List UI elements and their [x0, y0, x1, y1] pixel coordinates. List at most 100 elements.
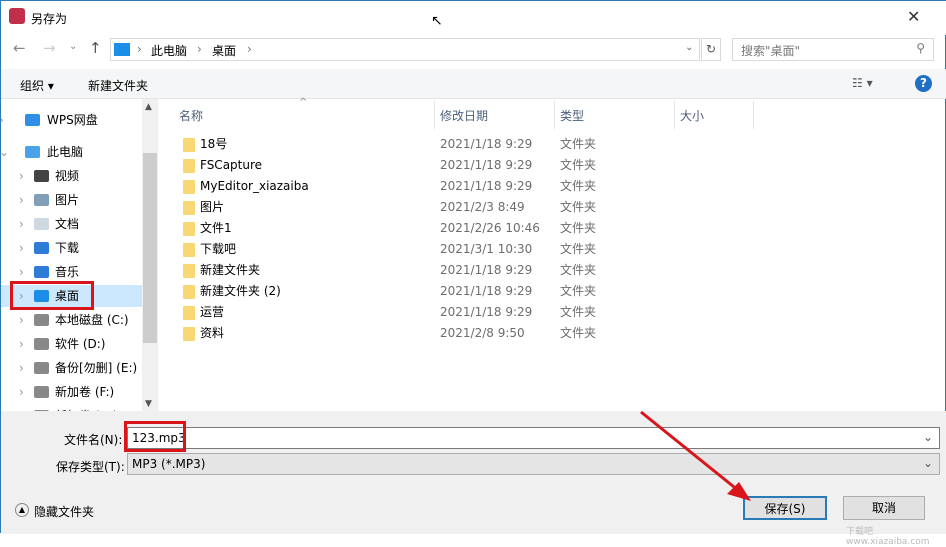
address-bar[interactable]: › 此电脑 › 桌面 › ⌄: [110, 38, 700, 61]
folder-icon: [183, 306, 195, 320]
chevron-right-icon[interactable]: ›: [19, 333, 24, 355]
file-date: 2021/1/18 9:29: [440, 305, 533, 319]
navigation-pane: ›WPS网盘⌄此电脑›视频›图片›文档›下载›音乐›桌面›本地磁盘 (C:)›软…: [1, 99, 158, 411]
file-date: 2021/2/3 8:49: [440, 200, 525, 214]
refresh-button[interactable]: ↻: [701, 38, 721, 61]
file-row[interactable]: 资料 2021/2/8 9:50 文件夹: [161, 323, 941, 344]
sidebar-item-label: 视频: [55, 169, 80, 183]
file-date: 2021/2/26 10:46: [440, 221, 540, 235]
highlight-box: [124, 421, 186, 452]
music-icon: [34, 266, 49, 278]
column-size[interactable]: 大小: [680, 107, 704, 124]
file-row[interactable]: 图片 2021/2/3 8:49 文件夹: [161, 197, 941, 218]
drive-icon: [34, 314, 49, 326]
breadcrumb-this-pc[interactable]: 此电脑: [151, 42, 187, 59]
chevron-right-icon[interactable]: ›: [19, 237, 24, 259]
watermark: 下载吧 www.xiazaiba.com: [846, 527, 930, 547]
sidebar-item[interactable]: › 图片: [1, 189, 142, 211]
chevron-right-icon[interactable]: ›: [19, 165, 24, 187]
sidebar-item-label: 本地磁盘 (C:): [55, 313, 129, 327]
sidebar-item[interactable]: › WPS网盘: [1, 109, 142, 131]
forward-button[interactable]: →: [43, 39, 56, 57]
chevron-right-icon[interactable]: ›: [19, 357, 24, 379]
up-button[interactable]: ↑: [89, 39, 102, 57]
file-row[interactable]: 文件1 2021/2/26 10:46 文件夹: [161, 218, 941, 239]
folder-icon: [183, 243, 195, 257]
column-type[interactable]: 类型: [560, 107, 584, 124]
sidebar-item[interactable]: › 文档: [1, 213, 142, 235]
file-type: 文件夹: [560, 158, 597, 172]
chevron-right-icon[interactable]: ›: [1, 109, 4, 131]
sidebar-item[interactable]: › 备份[勿删] (E:): [1, 357, 142, 379]
sidebar-item[interactable]: › 下载: [1, 237, 142, 259]
sidebar-item-label: 音乐: [55, 265, 80, 279]
sidebar-item[interactable]: ⌄ 此电脑: [1, 141, 142, 163]
file-row[interactable]: 下载吧 2021/3/1 10:30 文件夹: [161, 239, 941, 260]
column-date[interactable]: 修改日期: [440, 107, 488, 124]
file-row[interactable]: MyEditor_xiazaiba 2021/1/18 9:29 文件夹: [161, 176, 941, 197]
breadcrumb-desktop[interactable]: 桌面: [212, 42, 236, 59]
close-button[interactable]: ✕: [907, 7, 920, 26]
filename-label: 文件名(N):: [64, 433, 123, 447]
film-icon: [34, 170, 49, 182]
chevron-right-icon[interactable]: ›: [19, 189, 24, 211]
back-button[interactable]: ←: [13, 39, 26, 57]
chevron-right-icon[interactable]: ›: [19, 381, 24, 403]
sidebar-item[interactable]: › 视频: [1, 165, 142, 187]
recent-dropdown[interactable]: ⌄: [69, 41, 77, 52]
file-row[interactable]: 新建文件夹 2021/1/18 9:29 文件夹: [161, 260, 941, 281]
folder-icon: [183, 222, 195, 236]
file-date: 2021/1/18 9:29: [440, 284, 533, 298]
file-type: 文件夹: [560, 263, 597, 277]
file-name: 资料: [200, 326, 225, 340]
folder-icon: [183, 159, 195, 173]
file-row[interactable]: 18号 2021/1/18 9:29 文件夹: [161, 134, 941, 155]
view-options-icon[interactable]: ☷ ▾: [852, 76, 873, 90]
folder-icon: [183, 264, 195, 278]
highlight-box: [10, 281, 94, 310]
search-input[interactable]: 搜索"桌面" ⚲: [732, 38, 934, 61]
chevron-right-icon[interactable]: ›: [19, 261, 24, 283]
filename-input[interactable]: 123.mp3 ⌄: [127, 427, 940, 449]
title-bar: 另存为 ✕: [1, 1, 946, 35]
file-name: 文件1: [200, 221, 232, 235]
collapse-icon[interactable]: ▲: [15, 503, 29, 517]
drive-icon: [34, 386, 49, 398]
folder-icon: [183, 327, 195, 341]
sort-ascending-icon: ^: [299, 97, 308, 108]
sidebar-item[interactable]: › 软件 (D:): [1, 333, 142, 355]
chevron-down-icon[interactable]: ⌄: [923, 456, 933, 470]
help-button[interactable]: ?: [915, 75, 932, 92]
file-date: 2021/3/1 10:30: [440, 242, 533, 256]
sidebar-item[interactable]: › 本地磁盘 (C:): [1, 309, 142, 331]
sidebar-item-label: 文档: [55, 217, 80, 231]
filetype-label: 保存类型(T):: [56, 460, 125, 474]
scroll-up-icon[interactable]: ▲: [145, 102, 152, 112]
nav-scroll-thumb[interactable]: [143, 153, 157, 343]
folder-icon: [183, 285, 195, 299]
sidebar-item-label: 此电脑: [47, 145, 84, 159]
sidebar-item[interactable]: › 新加卷 (F:): [1, 381, 142, 403]
column-name[interactable]: 名称: [179, 107, 203, 124]
new-folder-button[interactable]: 新建文件夹: [88, 77, 148, 94]
chevron-down-icon[interactable]: ⌄: [685, 42, 693, 53]
scroll-down-icon[interactable]: ▼: [145, 399, 152, 409]
cancel-button[interactable]: 取消: [843, 496, 925, 520]
chevron-down-icon[interactable]: ⌄: [1, 141, 9, 163]
chevron-right-icon[interactable]: ›: [19, 213, 24, 235]
file-row[interactable]: FSCapture 2021/1/18 9:29 文件夹: [161, 155, 941, 176]
search-placeholder: 搜索"桌面": [741, 44, 801, 58]
sidebar-item[interactable]: › 音乐: [1, 261, 142, 283]
hide-folders-toggle[interactable]: 隐藏文件夹: [34, 503, 94, 520]
file-type: 文件夹: [560, 137, 597, 151]
file-type: 文件夹: [560, 326, 597, 340]
drive-icon: [34, 362, 49, 374]
sidebar-item-label: WPS网盘: [47, 113, 98, 127]
chevron-right-icon[interactable]: ›: [19, 309, 24, 331]
sidebar-item-label: 新加卷 (F:): [55, 385, 115, 399]
filetype-select[interactable]: MP3 (*.MP3) ⌄: [127, 453, 940, 475]
file-row[interactable]: 新建文件夹 (2) 2021/1/18 9:29 文件夹: [161, 281, 941, 302]
file-row[interactable]: 运营 2021/1/18 9:29 文件夹: [161, 302, 941, 323]
organize-menu[interactable]: 组织 ▾: [20, 77, 54, 94]
chevron-down-icon[interactable]: ⌄: [923, 430, 933, 444]
